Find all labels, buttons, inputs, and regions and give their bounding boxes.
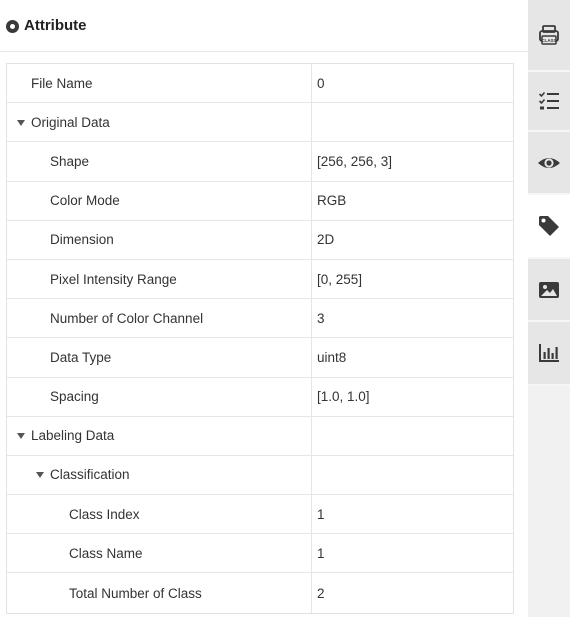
attribute-value: 2D xyxy=(317,232,335,248)
attribute-value: uint8 xyxy=(317,349,347,365)
attribute-value-empty xyxy=(312,456,513,494)
group-toggle[interactable]: Original Data xyxy=(7,103,312,142)
table-row: Class Index 1 xyxy=(7,495,513,535)
statistics-button[interactable] xyxy=(528,322,570,386)
attribute-value: [0, 255] xyxy=(317,271,363,287)
caret-down-icon[interactable] xyxy=(17,119,25,126)
attribute-key: Color Mode xyxy=(7,181,312,220)
attribute-key: Total Number of Class xyxy=(7,573,312,613)
attribute-key: Class Name xyxy=(7,534,312,573)
attribute-tag-button[interactable] xyxy=(528,195,570,259)
attribute-key: Pixel Intensity Range xyxy=(7,259,312,299)
attribute-value: 1 xyxy=(317,506,325,522)
attribute-key: Class Index xyxy=(7,495,312,534)
checklist-button[interactable] xyxy=(528,72,570,132)
table-row: Color Mode RGB xyxy=(7,181,513,221)
panel-title: Attribute xyxy=(24,17,87,34)
table-row: Pixel Intensity Range [0, 255] xyxy=(7,259,513,300)
attribute-value: 3 xyxy=(317,310,325,326)
attribute-panel: Attribute File Name 0 Original Data Shap… xyxy=(0,0,528,617)
group-row-labeling-data[interactable]: Labeling Data xyxy=(7,416,513,456)
attribute-value: [256, 256, 3] xyxy=(317,153,393,169)
class-print-button[interactable]: CLASS xyxy=(528,0,570,72)
attribute-value: 0 xyxy=(317,75,325,91)
table-row: Dimension 2D xyxy=(7,220,513,260)
group-row-original-data[interactable]: Original Data xyxy=(7,103,513,143)
table-row: Total Number of Class 2 xyxy=(7,573,513,613)
attribute-value: RGB xyxy=(317,193,347,209)
attribute-value: 2 xyxy=(317,585,325,601)
table-row: Class Name 1 xyxy=(7,534,513,574)
eye-icon xyxy=(538,157,560,168)
attribute-key: Dimension xyxy=(7,220,312,259)
table-row: File Name 0 xyxy=(7,64,513,104)
group-row-classification[interactable]: Classification xyxy=(7,455,513,496)
caret-down-icon[interactable] xyxy=(17,433,25,440)
table-row: Number of Color Channel 3 xyxy=(7,299,513,339)
attribute-table: File Name 0 Original Data Shape [256, 25… xyxy=(6,63,514,614)
toolbar-empty-area xyxy=(528,386,570,617)
tag-icon xyxy=(539,216,559,236)
bar-chart-icon xyxy=(539,344,559,362)
attribute-key: Shape xyxy=(7,142,312,181)
checklist-icon xyxy=(538,91,559,110)
group-label: Original Data xyxy=(31,114,110,130)
image-button[interactable] xyxy=(528,259,570,322)
visibility-button[interactable] xyxy=(528,132,570,195)
table-row: Shape [256, 256, 3] xyxy=(7,142,513,182)
group-label: Classification xyxy=(50,467,130,483)
caret-down-icon[interactable] xyxy=(36,472,44,479)
record-icon xyxy=(6,19,19,33)
table-row: Spacing [1.0, 1.0] xyxy=(7,377,513,417)
group-toggle[interactable]: Classification xyxy=(7,455,312,495)
attribute-value-empty xyxy=(312,103,513,141)
attribute-value-empty xyxy=(312,417,513,455)
attribute-value: [1.0, 1.0] xyxy=(317,389,370,405)
group-toggle[interactable]: Labeling Data xyxy=(7,416,312,455)
attribute-key: Number of Color Channel xyxy=(7,299,312,338)
right-toolbar: CLASS xyxy=(528,0,570,617)
attribute-key: Spacing xyxy=(7,377,312,416)
group-label: Labeling Data xyxy=(31,428,115,444)
class-icon-text: CLASS xyxy=(541,38,557,43)
table-row: Data Type uint8 xyxy=(7,338,513,378)
image-icon xyxy=(539,281,559,298)
attribute-key: Data Type xyxy=(7,338,312,377)
attribute-key: File Name xyxy=(7,64,312,103)
panel-header: Attribute xyxy=(0,0,528,52)
class-print-icon: CLASS xyxy=(539,25,559,45)
attribute-value: 1 xyxy=(317,545,325,561)
